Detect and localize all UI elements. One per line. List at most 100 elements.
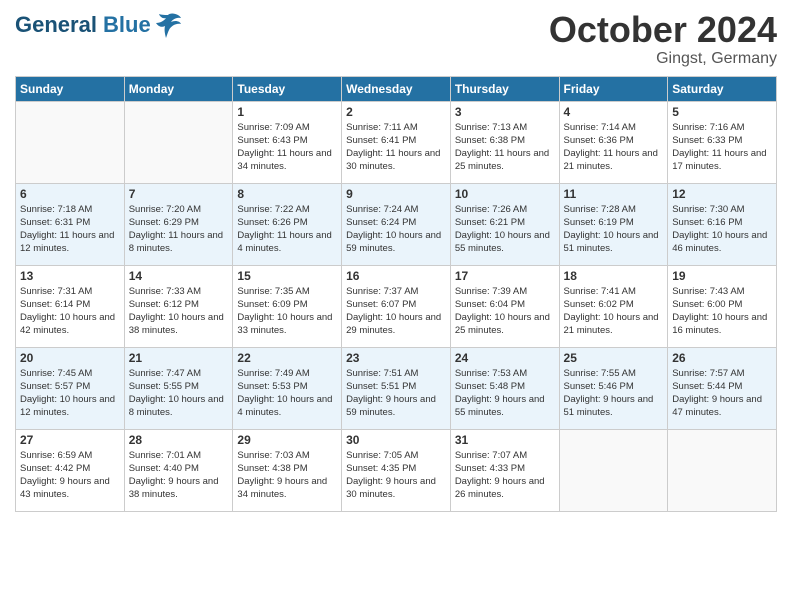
sunrise-text: Sunrise: 7:47 AM <box>129 367 229 380</box>
sunset-text: Sunset: 6:31 PM <box>20 216 120 229</box>
table-row: 24 Sunrise: 7:53 AMSunset: 5:48 PMDayligh… <box>450 347 559 429</box>
table-row <box>16 101 125 183</box>
daylight-text: Daylight: 10 hours and 8 minutes. <box>129 393 229 420</box>
day-info: Sunrise: 7:13 AMSunset: 6:38 PMDaylight:… <box>455 121 555 174</box>
day-number: 5 <box>672 105 772 119</box>
col-wednesday: Wednesday <box>342 76 451 101</box>
day-number: 22 <box>237 351 337 365</box>
table-row: 11Sunrise: 7:28 AMSunset: 6:19 PMDayligh… <box>559 183 668 265</box>
day-info: Sunrise: 7:30 AMSunset: 6:16 PMDaylight:… <box>672 203 772 256</box>
day-number: 11 <box>564 187 664 201</box>
daylight-text: Daylight: 11 hours and 30 minutes. <box>346 147 446 174</box>
location-title: Gingst, Germany <box>549 50 777 68</box>
sunrise-text: Sunrise: 7:35 AM <box>237 285 337 298</box>
day-number: 1 <box>237 105 337 119</box>
day-info: Sunrise: 7:53 AMSunset: 5:48 PMDaylight:… <box>455 367 555 420</box>
col-thursday: Thursday <box>450 76 559 101</box>
sunrise-text: Sunrise: 7:03 AM <box>237 449 337 462</box>
sunset-text: Sunset: 6:38 PM <box>455 134 555 147</box>
day-info: Sunrise: 7:26 AMSunset: 6:21 PMDaylight:… <box>455 203 555 256</box>
sunset-text: Sunset: 5:55 PM <box>129 380 229 393</box>
calendar-week-row: 27 Sunrise: 6:59 AMSunset: 4:42 PMDayligh… <box>16 429 777 511</box>
day-number: 19 <box>672 269 772 283</box>
daylight-text: Daylight: 9 hours and 51 minutes. <box>564 393 664 420</box>
day-info: Sunrise: 7:55 AMSunset: 5:46 PMDaylight:… <box>564 367 664 420</box>
table-row: 23 Sunrise: 7:51 AMSunset: 5:51 PMDayligh… <box>342 347 451 429</box>
calendar-table: Sunday Monday Tuesday Wednesday Thursday… <box>15 76 777 512</box>
sunset-text: Sunset: 5:48 PM <box>455 380 555 393</box>
table-row: 31Sunrise: 7:07 AMSunset: 4:33 PMDayligh… <box>450 429 559 511</box>
sunrise-text: Sunrise: 7:53 AM <box>455 367 555 380</box>
sunrise-text: Sunrise: 7:31 AM <box>20 285 120 298</box>
sunset-text: Sunset: 6:07 PM <box>346 298 446 311</box>
day-number: 8 <box>237 187 337 201</box>
sunrise-text: Sunrise: 7:55 AM <box>564 367 664 380</box>
day-info: Sunrise: 7:33 AMSunset: 6:12 PMDaylight:… <box>129 285 229 338</box>
calendar-header-row: Sunday Monday Tuesday Wednesday Thursday… <box>16 76 777 101</box>
daylight-text: Daylight: 10 hours and 21 minutes. <box>564 311 664 338</box>
table-row: 25 Sunrise: 7:55 AMSunset: 5:46 PMDayligh… <box>559 347 668 429</box>
sunrise-text: Sunrise: 7:57 AM <box>672 367 772 380</box>
table-row: 16Sunrise: 7:37 AMSunset: 6:07 PMDayligh… <box>342 265 451 347</box>
sunrise-text: Sunrise: 7:11 AM <box>346 121 446 134</box>
sunrise-text: Sunrise: 7:18 AM <box>20 203 120 216</box>
daylight-text: Daylight: 9 hours and 38 minutes. <box>129 475 229 502</box>
sunset-text: Sunset: 5:53 PM <box>237 380 337 393</box>
day-info: Sunrise: 7:37 AMSunset: 6:07 PMDaylight:… <box>346 285 446 338</box>
sunrise-text: Sunrise: 7:05 AM <box>346 449 446 462</box>
table-row: 14 Sunrise: 7:33 AMSunset: 6:12 PMDayligh… <box>124 265 233 347</box>
sunrise-text: Sunrise: 7:01 AM <box>129 449 229 462</box>
table-row <box>668 429 777 511</box>
table-row: 22 Sunrise: 7:49 AMSunset: 5:53 PMDayligh… <box>233 347 342 429</box>
daylight-text: Daylight: 9 hours and 59 minutes. <box>346 393 446 420</box>
daylight-text: Daylight: 11 hours and 17 minutes. <box>672 147 772 174</box>
day-number: 27 <box>20 433 120 447</box>
logo: General Blue <box>15 10 183 40</box>
sunrise-text: Sunrise: 7:51 AM <box>346 367 446 380</box>
day-info: Sunrise: 7:51 AMSunset: 5:51 PMDaylight:… <box>346 367 446 420</box>
sunrise-text: Sunrise: 7:24 AM <box>346 203 446 216</box>
sunset-text: Sunset: 5:57 PM <box>20 380 120 393</box>
day-number: 23 <box>346 351 446 365</box>
day-number: 26 <box>672 351 772 365</box>
sunrise-text: Sunrise: 7:37 AM <box>346 285 446 298</box>
day-info: Sunrise: 7:49 AMSunset: 5:53 PMDaylight:… <box>237 367 337 420</box>
day-info: Sunrise: 6:59 AMSunset: 4:42 PMDaylight:… <box>20 449 120 502</box>
day-info: Sunrise: 7:22 AMSunset: 6:26 PMDaylight:… <box>237 203 337 256</box>
title-block: October 2024 Gingst, Germany <box>549 10 777 68</box>
day-info: Sunrise: 7:31 AMSunset: 6:14 PMDaylight:… <box>20 285 120 338</box>
daylight-text: Daylight: 10 hours and 55 minutes. <box>455 229 555 256</box>
sunrise-text: Sunrise: 7:41 AM <box>564 285 664 298</box>
day-info: Sunrise: 7:41 AMSunset: 6:02 PMDaylight:… <box>564 285 664 338</box>
sunset-text: Sunset: 6:43 PM <box>237 134 337 147</box>
daylight-text: Daylight: 10 hours and 51 minutes. <box>564 229 664 256</box>
daylight-text: Daylight: 9 hours and 47 minutes. <box>672 393 772 420</box>
day-number: 4 <box>564 105 664 119</box>
sunset-text: Sunset: 4:35 PM <box>346 462 446 475</box>
sunset-text: Sunset: 4:38 PM <box>237 462 337 475</box>
sunset-text: Sunset: 6:04 PM <box>455 298 555 311</box>
sunset-text: Sunset: 6:00 PM <box>672 298 772 311</box>
day-info: Sunrise: 7:09 AMSunset: 6:43 PMDaylight:… <box>237 121 337 174</box>
daylight-text: Daylight: 9 hours and 26 minutes. <box>455 475 555 502</box>
daylight-text: Daylight: 11 hours and 34 minutes. <box>237 147 337 174</box>
day-number: 10 <box>455 187 555 201</box>
day-number: 24 <box>455 351 555 365</box>
col-sunday: Sunday <box>16 76 125 101</box>
table-row: 1 Sunrise: 7:09 AMSunset: 6:43 PMDaylight… <box>233 101 342 183</box>
sunrise-text: Sunrise: 7:30 AM <box>672 203 772 216</box>
day-number: 25 <box>564 351 664 365</box>
sunset-text: Sunset: 6:26 PM <box>237 216 337 229</box>
day-number: 14 <box>129 269 229 283</box>
table-row: 7Sunrise: 7:20 AMSunset: 6:29 PMDaylight… <box>124 183 233 265</box>
day-number: 30 <box>346 433 446 447</box>
table-row: 4Sunrise: 7:14 AMSunset: 6:36 PMDaylight… <box>559 101 668 183</box>
table-row: 19 Sunrise: 7:43 AMSunset: 6:00 PMDayligh… <box>668 265 777 347</box>
sunset-text: Sunset: 6:36 PM <box>564 134 664 147</box>
day-number: 12 <box>672 187 772 201</box>
day-info: Sunrise: 7:43 AMSunset: 6:00 PMDaylight:… <box>672 285 772 338</box>
sunset-text: Sunset: 4:40 PM <box>129 462 229 475</box>
table-row: 5Sunrise: 7:16 AMSunset: 6:33 PMDaylight… <box>668 101 777 183</box>
day-info: Sunrise: 7:07 AMSunset: 4:33 PMDaylight:… <box>455 449 555 502</box>
sunset-text: Sunset: 6:16 PM <box>672 216 772 229</box>
